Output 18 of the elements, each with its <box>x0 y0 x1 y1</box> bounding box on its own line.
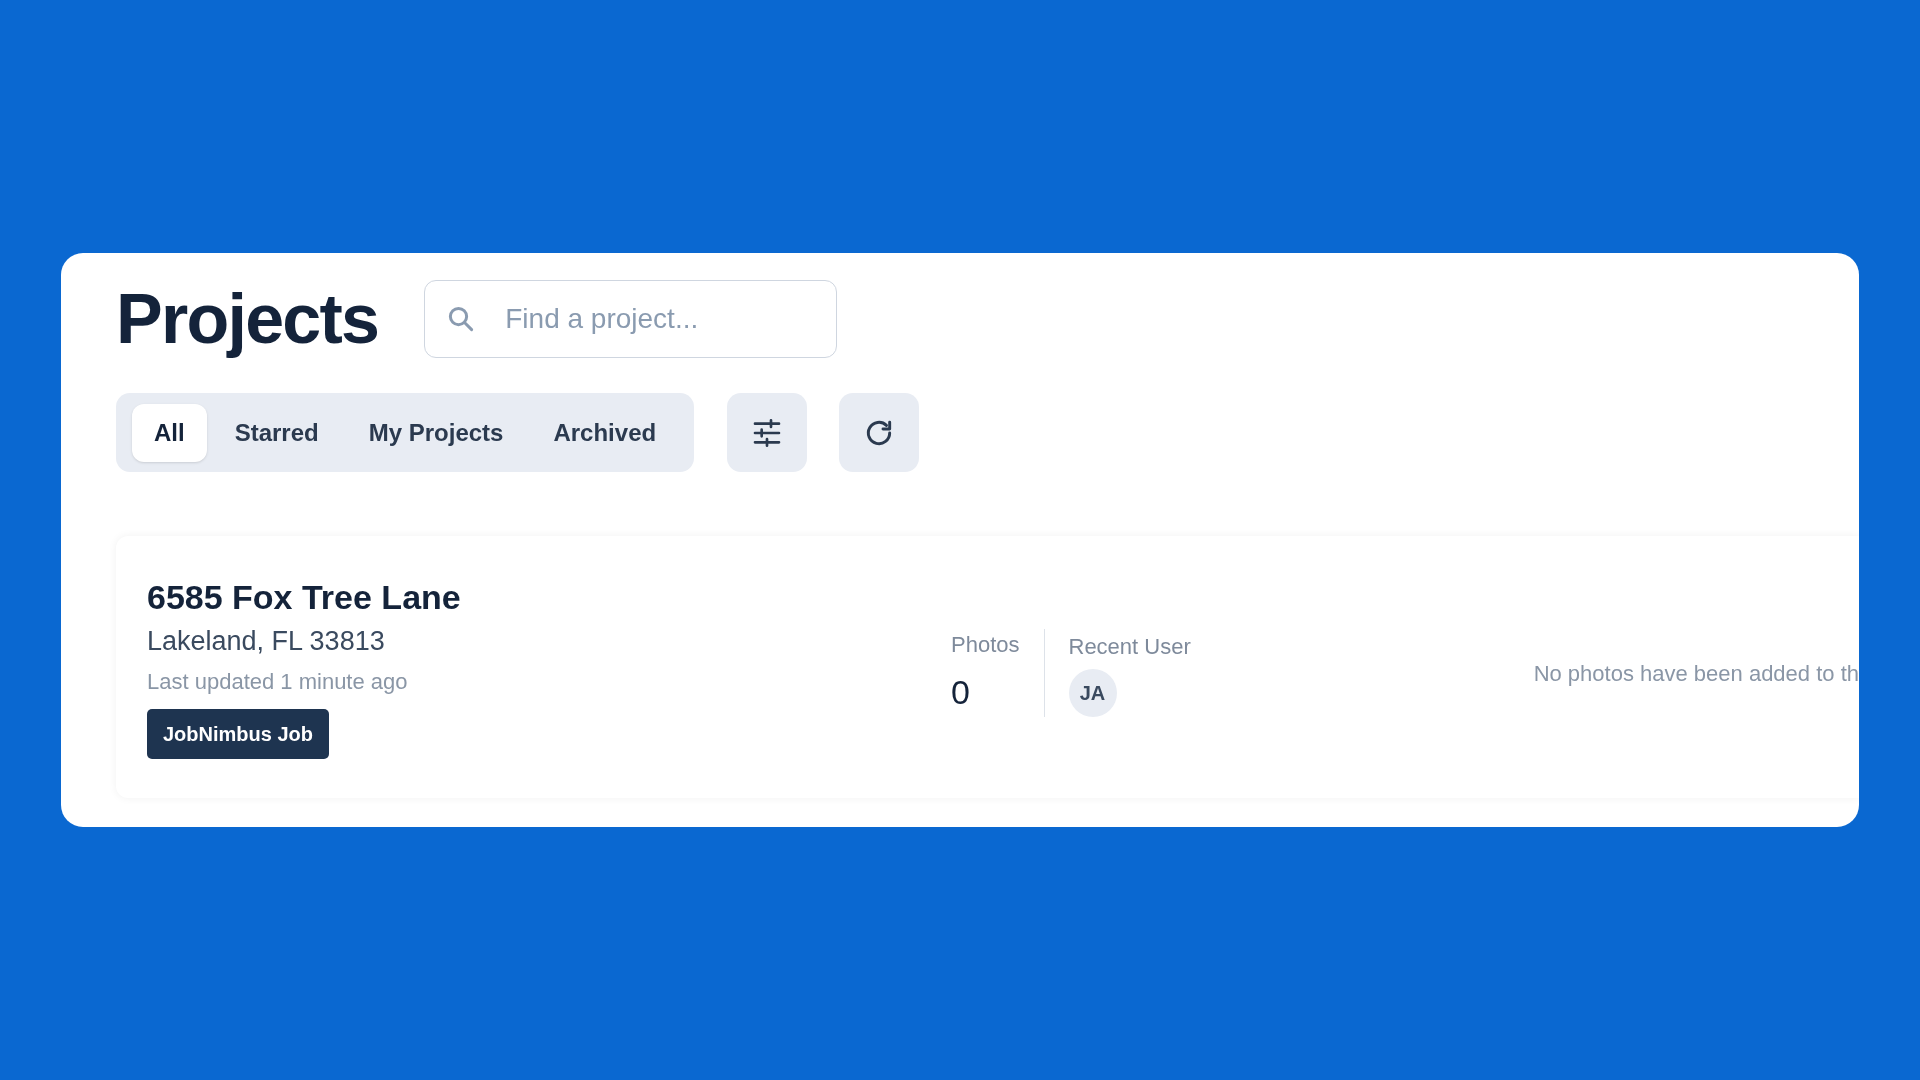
project-card[interactable]: 6585 Fox Tree Lane Lakeland, FL 33813 Last updated 1 minute ago JobNimbus Job Photos 0 Recent User JA No photos have been added to th <box>116 536 1859 798</box>
recent-user-label: Recent User <box>1068 632 1191 661</box>
refresh-button[interactable] <box>839 393 920 472</box>
page-title: Projects <box>116 279 379 360</box>
search-field[interactable]: Find a project... <box>424 280 838 358</box>
filter-tab[interactable]: My Projects <box>346 403 526 462</box>
filter-tab[interactable]: Archived <box>531 403 679 462</box>
photos-label: Photos <box>951 631 1020 659</box>
project-address: Lakeland, FL 33813 <box>147 625 386 658</box>
filter-tab[interactable]: Starred <box>212 403 341 462</box>
empty-photos-message: No photos have been added to th <box>1533 659 1859 688</box>
filter-button[interactable] <box>727 393 808 472</box>
filter-tab[interactable]: All <box>132 403 207 462</box>
photos-count: 0 <box>951 672 971 713</box>
job-tag: JobNimbus Job <box>147 709 329 759</box>
project-title: 6585 Fox Tree Lane <box>147 577 462 618</box>
user-avatar: JA <box>1068 668 1117 717</box>
last-updated-text: Last updated 1 minute ago <box>147 668 409 696</box>
